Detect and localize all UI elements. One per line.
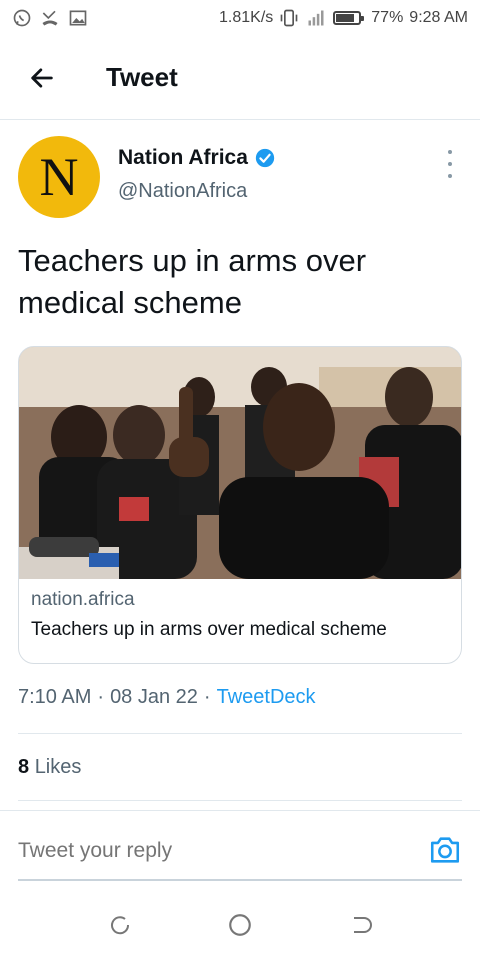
network-speed: 1.81K/s <box>219 9 274 26</box>
nav-back-button[interactable] <box>106 911 134 939</box>
more-dot-icon <box>448 174 452 178</box>
missed-call-icon <box>42 10 58 26</box>
verified-badge-icon <box>255 148 275 168</box>
separator: · <box>97 686 105 708</box>
tweet-text: Teachers up in arms over medical scheme <box>18 243 367 320</box>
likes-row[interactable]: 8 Likes <box>18 756 81 779</box>
author-name-row: Nation Africa <box>118 146 276 170</box>
divider <box>18 800 462 801</box>
card-domain: nation.africa <box>31 589 135 610</box>
author-name[interactable]: Nation Africa <box>118 146 248 170</box>
battery-icon <box>333 11 365 25</box>
card-image <box>19 347 461 579</box>
divider <box>18 733 462 734</box>
status-bar: 1.81K/s 77% 9:28 AM <box>0 0 480 36</box>
back-button[interactable] <box>0 36 84 120</box>
rotate-back-icon <box>111 916 130 935</box>
link-card[interactable]: nation.africa Teachers up in arms over m… <box>18 346 462 664</box>
news-photo <box>19 347 461 579</box>
system-status: 1.81K/s 77% 9:28 AM <box>219 8 468 28</box>
recents-icon <box>354 917 372 933</box>
avatar-letter: N <box>39 147 79 207</box>
notification-icons <box>12 8 88 28</box>
battery-percent: 77% <box>371 9 404 26</box>
page-title: Tweet <box>106 62 178 92</box>
nav-home-button[interactable] <box>226 911 254 939</box>
clock: 9:28 AM <box>409 9 468 26</box>
tweet-time: 7:10 AM <box>18 686 92 708</box>
gallery-icon <box>69 10 87 26</box>
more-options-button[interactable] <box>442 150 458 178</box>
signal-icon <box>308 10 324 26</box>
system-nav-bar <box>0 890 480 960</box>
nav-recents-button[interactable] <box>346 911 374 939</box>
separator: · <box>203 686 211 708</box>
author-info: Nation Africa @NationAfrica <box>118 146 276 224</box>
more-dot-icon <box>448 150 452 154</box>
tweet-timestamp: 7:10 AM · 08 Jan 22 · TweetDeck <box>18 686 316 709</box>
tweet-author: N Nation Africa @NationAfrica <box>18 136 462 224</box>
whatsapp-icon <box>13 9 31 27</box>
home-circle-icon <box>229 914 251 936</box>
likes-label: Likes <box>34 756 82 778</box>
reply-underline <box>18 879 462 881</box>
card-meta: nation.africa Teachers up in arms over m… <box>19 579 461 651</box>
more-dot-icon <box>448 162 452 166</box>
reply-bar <box>0 810 480 881</box>
likes-count: 8 <box>18 756 30 778</box>
avatar[interactable]: N <box>18 136 100 218</box>
back-arrow-icon <box>31 67 53 88</box>
tweet-source-link[interactable]: TweetDeck <box>217 686 316 709</box>
reply-input[interactable] <box>18 831 398 871</box>
camera-icon[interactable] <box>428 833 462 867</box>
vibrate-icon <box>280 9 298 27</box>
app-bar: Tweet <box>0 36 480 120</box>
card-title: Teachers up in arms over medical scheme <box>31 619 387 640</box>
author-handle[interactable]: @NationAfrica <box>118 180 276 203</box>
tweet-date: 08 Jan 22 <box>110 686 198 708</box>
